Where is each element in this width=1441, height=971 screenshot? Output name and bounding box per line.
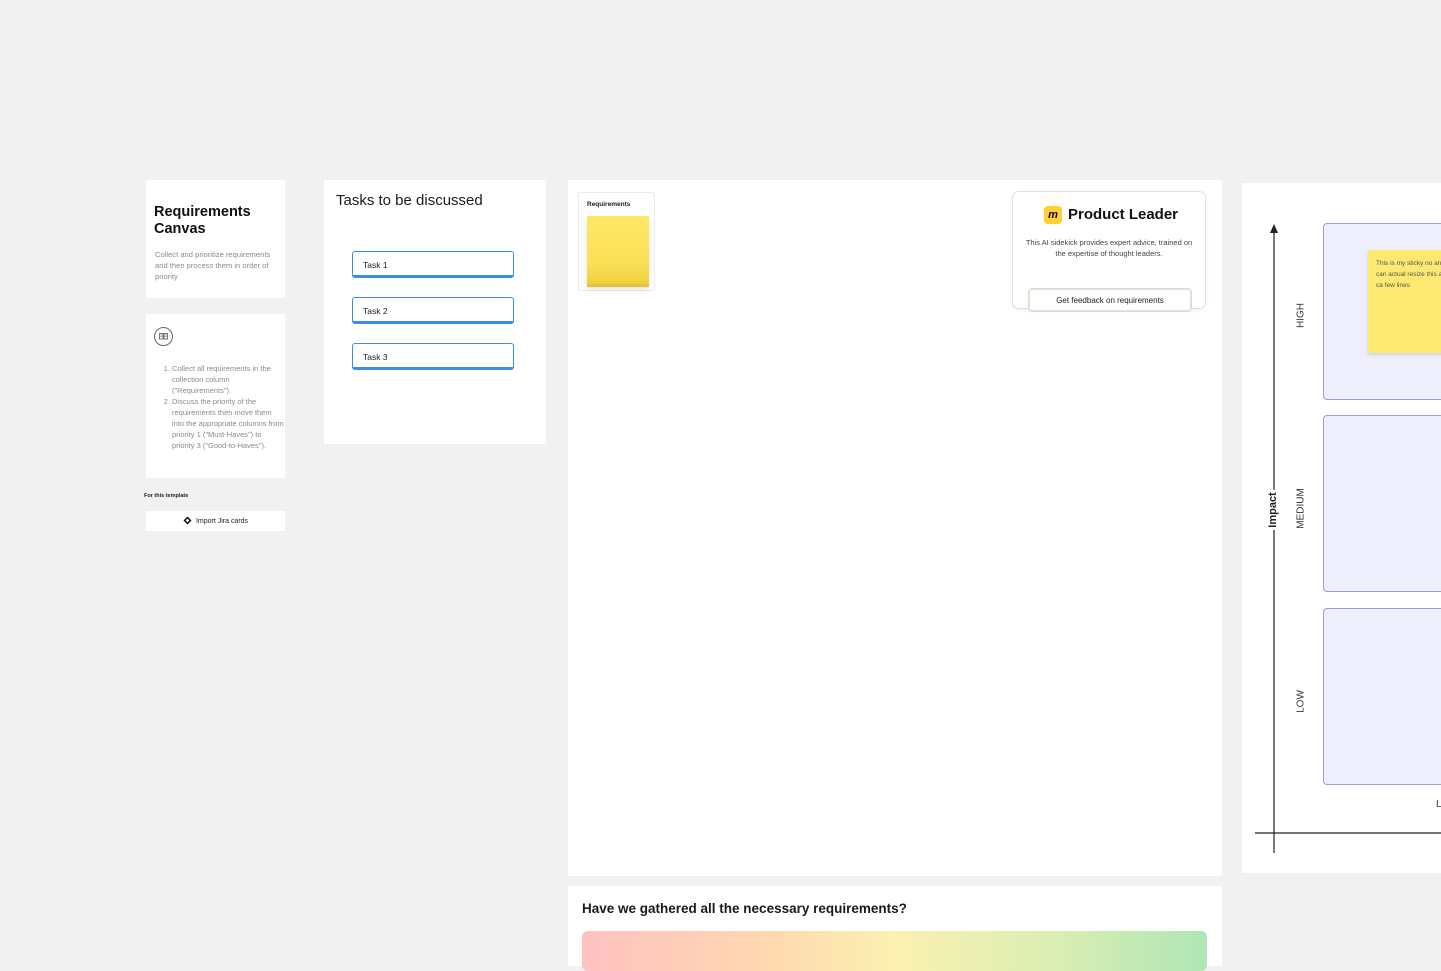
- impact-matrix-frame[interactable]: Impact HIGH MEDIUM LOW This is my sticky…: [1242, 183, 1441, 873]
- sticky-note[interactable]: This is my sticky no and you can actual …: [1368, 250, 1441, 353]
- title-card[interactable]: Requirements Canvas Collect and prioriti…: [146, 180, 285, 298]
- task-card[interactable]: Task 2: [352, 297, 514, 324]
- matrix-cell-low[interactable]: [1323, 608, 1441, 785]
- tasks-frame-title: Tasks to be discussed: [336, 192, 483, 209]
- miro-logo-icon: m: [1044, 206, 1062, 224]
- instruction-step-1: Collect all requirements in the collecti…: [172, 363, 284, 396]
- instruction-step-2: Discuss the priority of the requirements…: [172, 396, 284, 451]
- task-card[interactable]: Task 1: [352, 251, 514, 278]
- product-leader-description: This AI sidekick provides expert advice,…: [1025, 238, 1193, 258]
- matrix-cell-medium[interactable]: [1323, 415, 1441, 592]
- requirements-frame[interactable]: Requirements m Product Leader This AI si…: [568, 180, 1222, 876]
- row-label-low: LOW: [1295, 690, 1307, 713]
- x-axis-label: L: [1436, 799, 1441, 810]
- product-leader-title: Product Leader: [1068, 206, 1179, 223]
- import-jira-cards-label: Import Jira cards: [195, 517, 249, 525]
- impact-axis-label: Impact: [1267, 485, 1279, 535]
- sticky-note-stack[interactable]: [587, 216, 649, 284]
- requirements-column[interactable]: Requirements: [578, 192, 655, 291]
- question-title: Have we gathered all the necessary requi…: [582, 901, 907, 916]
- tasks-frame[interactable]: Tasks to be discussed Task 1 Task 2 Task…: [324, 180, 546, 444]
- get-feedback-button[interactable]: Get feedback on requirements: [1028, 288, 1192, 312]
- board-title: Requirements Canvas: [154, 204, 251, 237]
- instructions-list: Collect all requirements in the collecti…: [147, 363, 284, 451]
- import-jira-cards-button[interactable]: Import Jira cards: [146, 511, 285, 531]
- row-label-medium: MEDIUM: [1295, 488, 1307, 529]
- requirements-column-label: Requirements: [587, 201, 631, 208]
- task-card[interactable]: Task 3: [352, 343, 514, 370]
- for-this-template-label: For this template: [144, 493, 189, 499]
- gradient-scale-bar[interactable]: [582, 931, 1207, 971]
- jira-icon: [183, 516, 192, 527]
- book-icon: [154, 327, 173, 346]
- product-leader-card[interactable]: m Product Leader This AI sidekick provid…: [1013, 192, 1205, 312]
- question-frame[interactable]: Have we gathered all the necessary requi…: [568, 886, 1222, 971]
- row-label-high: HIGH: [1295, 303, 1307, 328]
- board-subtitle: Collect and prioritize requirements and …: [155, 250, 271, 281]
- impact-axis-label-text: Impact: [1267, 490, 1279, 530]
- instructions-card[interactable]: Collect all requirements in the collecti…: [146, 314, 285, 478]
